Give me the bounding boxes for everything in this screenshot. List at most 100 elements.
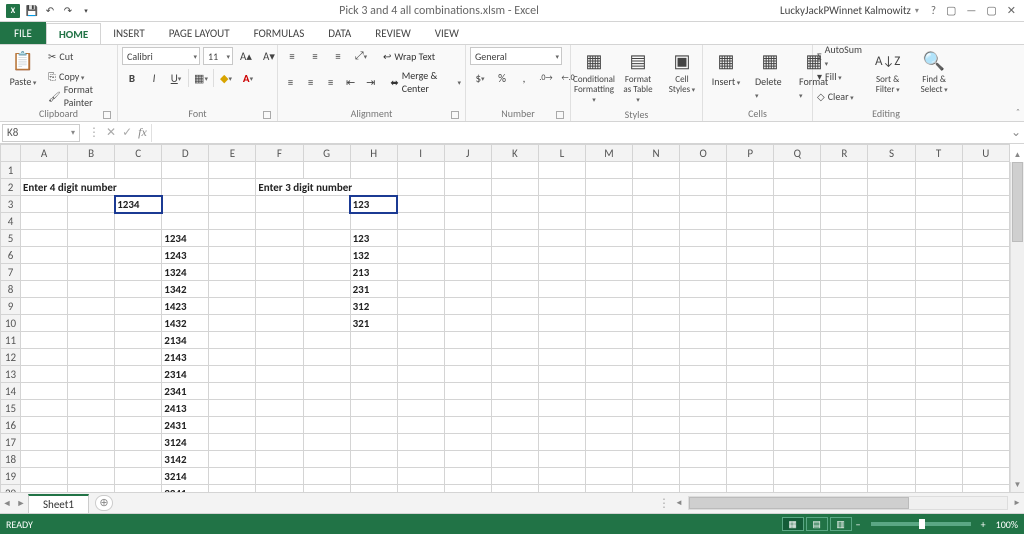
cell-T10[interactable] (915, 315, 962, 332)
cell-F3[interactable] (256, 196, 303, 213)
cell-D12[interactable]: 2143 (162, 349, 209, 366)
cell-A9[interactable] (21, 298, 68, 315)
col-header-M[interactable]: M (585, 145, 632, 162)
cell-K3[interactable] (491, 196, 538, 213)
cell-C13[interactable] (115, 366, 162, 383)
cell-U15[interactable] (962, 400, 1009, 417)
cell-G10[interactable] (303, 315, 350, 332)
cell-S8[interactable] (868, 281, 915, 298)
col-header-L[interactable]: L (538, 145, 585, 162)
bold-button[interactable]: B (122, 69, 142, 87)
cell-S20[interactable] (868, 485, 915, 493)
cell-S16[interactable] (868, 417, 915, 434)
insert-cells-button[interactable]: ▦Insert (707, 47, 745, 90)
cell-Q3[interactable] (774, 196, 821, 213)
cell-I2[interactable] (397, 179, 444, 196)
cell-S17[interactable] (868, 434, 915, 451)
cell-F1[interactable] (256, 162, 303, 179)
cell-P6[interactable] (727, 247, 774, 264)
cell-O8[interactable] (680, 281, 727, 298)
row-header-1[interactable]: 1 (1, 162, 21, 179)
minimize-icon[interactable]: — (966, 4, 976, 17)
cell-D4[interactable] (162, 213, 209, 230)
cell-U11[interactable] (962, 332, 1009, 349)
cell-N13[interactable] (633, 366, 680, 383)
cell-O5[interactable] (680, 230, 727, 247)
cell-O16[interactable] (680, 417, 727, 434)
cell-R12[interactable] (821, 349, 868, 366)
cell-M20[interactable] (585, 485, 632, 493)
cell-C1[interactable] (115, 162, 162, 179)
cell-R5[interactable] (821, 230, 868, 247)
cell-E18[interactable] (209, 451, 256, 468)
cell-R1[interactable] (821, 162, 868, 179)
cell-A17[interactable] (21, 434, 68, 451)
cell-M1[interactable] (585, 162, 632, 179)
cell-N3[interactable] (633, 196, 680, 213)
cell-B6[interactable] (68, 247, 115, 264)
row-header-13[interactable]: 13 (1, 366, 21, 383)
cell-H18[interactable] (350, 451, 397, 468)
cell-Q19[interactable] (774, 468, 821, 485)
cell-Q17[interactable] (774, 434, 821, 451)
cell-P18[interactable] (727, 451, 774, 468)
cell-J10[interactable] (444, 315, 491, 332)
cell-S13[interactable] (868, 366, 915, 383)
zoom-slider[interactable] (871, 522, 971, 526)
autosum-button[interactable]: ΣAutoSum (817, 47, 862, 65)
cell-C16[interactable] (115, 417, 162, 434)
cell-S4[interactable] (868, 213, 915, 230)
cell-M17[interactable] (585, 434, 632, 451)
cell-D16[interactable]: 2431 (162, 417, 209, 434)
row-header-2[interactable]: 2 (1, 179, 21, 196)
cell-G18[interactable] (303, 451, 350, 468)
cell-G14[interactable] (303, 383, 350, 400)
cell-E3[interactable] (209, 196, 256, 213)
cell-G12[interactable] (303, 349, 350, 366)
cell-K5[interactable] (491, 230, 538, 247)
cell-P7[interactable] (727, 264, 774, 281)
cell-E14[interactable] (209, 383, 256, 400)
cell-P4[interactable] (727, 213, 774, 230)
cell-H14[interactable] (350, 383, 397, 400)
font-name-select[interactable]: Calibri (122, 47, 200, 65)
cell-E13[interactable] (209, 366, 256, 383)
hscroll-thumb[interactable] (689, 497, 909, 509)
cell-T16[interactable] (915, 417, 962, 434)
cell-Q2[interactable] (774, 179, 821, 196)
cell-K14[interactable] (491, 383, 538, 400)
cell-L19[interactable] (538, 468, 585, 485)
cell-B14[interactable] (68, 383, 115, 400)
cell-R2[interactable] (821, 179, 868, 196)
cell-A11[interactable] (21, 332, 68, 349)
cell-Q6[interactable] (774, 247, 821, 264)
align-top-button[interactable]: ≡ (282, 47, 302, 65)
cell-H15[interactable] (350, 400, 397, 417)
cell-U18[interactable] (962, 451, 1009, 468)
cell-J2[interactable] (444, 179, 491, 196)
cell-U17[interactable] (962, 434, 1009, 451)
cell-L20[interactable] (538, 485, 585, 493)
scroll-up-icon[interactable]: ▲ (1011, 148, 1024, 162)
cell-J17[interactable] (444, 434, 491, 451)
conditional-formatting-button[interactable]: ▦Conditional Formatting (575, 47, 613, 107)
row-header-15[interactable]: 15 (1, 400, 21, 417)
row-header-7[interactable]: 7 (1, 264, 21, 281)
cell-P3[interactable] (727, 196, 774, 213)
cell-G5[interactable] (303, 230, 350, 247)
cell-O10[interactable] (680, 315, 727, 332)
cell-S9[interactable] (868, 298, 915, 315)
cell-D5[interactable]: 1234 (162, 230, 209, 247)
cell-I17[interactable] (397, 434, 444, 451)
cell-G20[interactable] (303, 485, 350, 493)
cell-Q15[interactable] (774, 400, 821, 417)
col-header-A[interactable]: A (21, 145, 68, 162)
col-header-I[interactable]: I (397, 145, 444, 162)
cell-I18[interactable] (397, 451, 444, 468)
cell-O13[interactable] (680, 366, 727, 383)
cell-B11[interactable] (68, 332, 115, 349)
cell-Q14[interactable] (774, 383, 821, 400)
cell-L12[interactable] (538, 349, 585, 366)
cell-B5[interactable] (68, 230, 115, 247)
cell-A13[interactable] (21, 366, 68, 383)
